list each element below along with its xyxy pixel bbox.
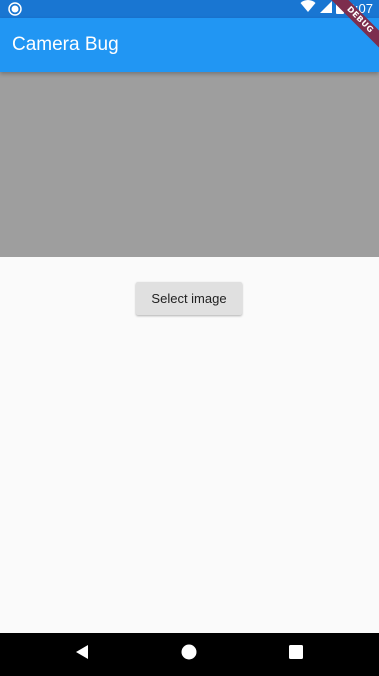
image-preview [0, 72, 379, 257]
recents-button[interactable] [266, 633, 326, 676]
home-button[interactable] [159, 633, 219, 676]
home-icon [181, 644, 197, 665]
select-image-button[interactable]: Select image [136, 282, 242, 315]
page-title: Camera Bug [12, 34, 119, 55]
navigation-bar [0, 633, 379, 676]
back-button[interactable] [52, 633, 112, 676]
notification-dot-icon [8, 2, 22, 16]
recents-icon [289, 645, 303, 664]
wifi-icon [300, 0, 316, 18]
debug-banner-label: DEBUG [323, 0, 379, 57]
back-icon [74, 644, 90, 665]
debug-banner: DEBUG [319, 0, 379, 60]
